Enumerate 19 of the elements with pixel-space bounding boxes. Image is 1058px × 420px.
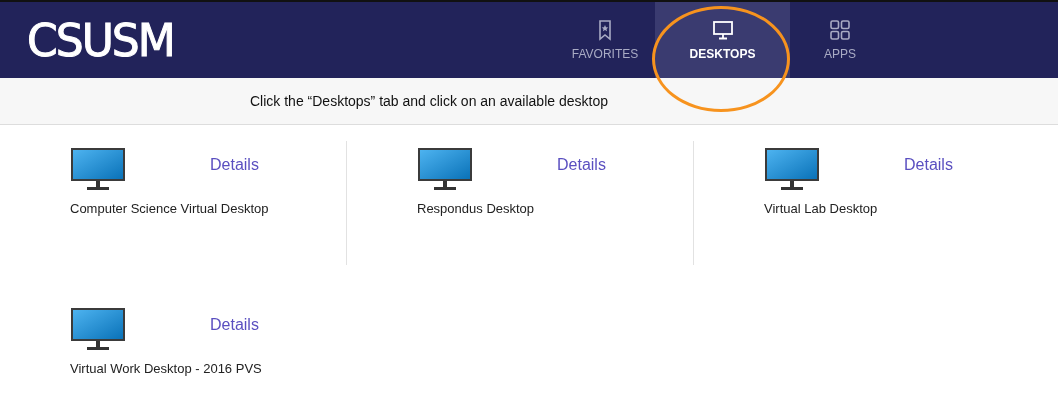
details-link[interactable]: Details xyxy=(557,156,606,174)
tab[interactable]: DESKTOPS xyxy=(655,2,790,78)
logo: CSUSM xyxy=(27,16,174,66)
instruction-text: Click the “Desktops” tab and click on an available desktop xyxy=(250,93,608,109)
tab[interactable]: APPS xyxy=(790,2,890,78)
monitor-icon xyxy=(764,147,820,191)
monitor-icon xyxy=(417,147,473,191)
details-link[interactable]: Details xyxy=(210,316,259,334)
monitor-icon xyxy=(70,307,126,351)
tab[interactable]: FAVORITES xyxy=(555,2,655,78)
grid-icon xyxy=(829,19,851,41)
desktop-name[interactable]: Virtual Lab Desktop xyxy=(764,201,964,217)
desktop-name[interactable]: Respondus Desktop xyxy=(417,201,617,217)
details-link[interactable]: Details xyxy=(210,156,259,174)
details-link[interactable]: Details xyxy=(904,156,953,174)
desktop-name[interactable]: Virtual Work Desktop - 2016 PVS xyxy=(70,361,270,377)
monitor-icon xyxy=(711,19,734,41)
monitor-icon xyxy=(70,147,126,191)
desktop-name[interactable]: Computer Science Virtual Desktop xyxy=(70,201,270,217)
